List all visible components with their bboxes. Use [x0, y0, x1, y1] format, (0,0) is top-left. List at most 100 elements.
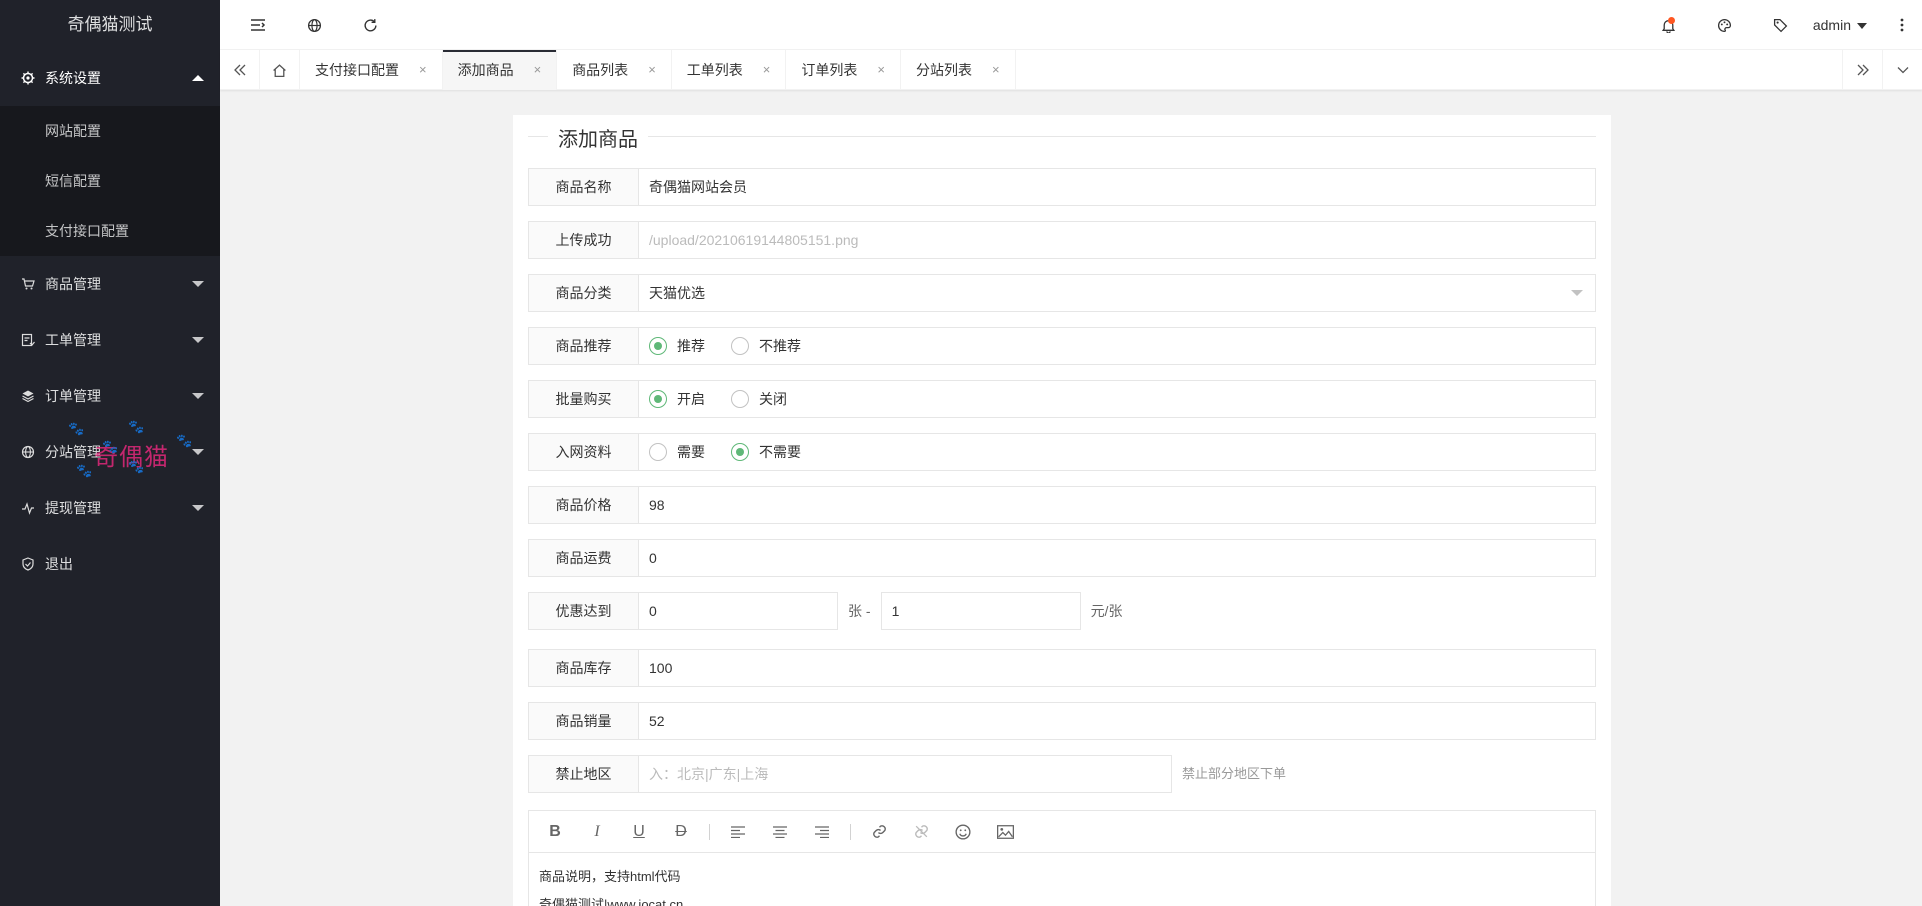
- tabs-menu-chevron-down-icon[interactable]: [1882, 50, 1922, 90]
- discount-qty-input[interactable]: 0: [638, 592, 838, 630]
- close-icon[interactable]: ×: [763, 50, 771, 90]
- category-select[interactable]: 天猫优选: [638, 274, 1596, 312]
- page-title: 添加商品: [548, 123, 648, 152]
- row-bulk: 批量购买 开启 关闭: [528, 380, 1596, 418]
- pulse-icon: [20, 500, 36, 516]
- nav-logout[interactable]: 退出: [0, 536, 220, 592]
- username: admin: [1812, 17, 1851, 33]
- sidebar-item-sms-config[interactable]: 短信配置: [0, 156, 220, 206]
- chevron-down-icon: [192, 337, 204, 343]
- app-title[interactable]: 奇偶猫测试: [0, 0, 220, 50]
- field-label: 商品价格: [528, 486, 638, 524]
- product-name-input[interactable]: 奇偶猫网站会员: [638, 168, 1596, 206]
- globe-icon[interactable]: [294, 0, 334, 50]
- price-input[interactable]: 98: [638, 486, 1596, 524]
- notification-badge: [1668, 17, 1675, 24]
- underline-icon[interactable]: U: [625, 818, 653, 846]
- editor-line: 奇偶猫测试|www.iocat.cn: [539, 897, 684, 906]
- nav-label: 商品管理: [45, 276, 101, 292]
- radio-bulk-on[interactable]: 开启: [649, 389, 705, 409]
- radio-network-need[interactable]: 需要: [649, 442, 705, 462]
- tab-label: 订单列表: [801, 62, 858, 78]
- sales-input[interactable]: 52: [638, 702, 1596, 740]
- sidebar-item-site-config[interactable]: 网站配置: [0, 106, 220, 156]
- bold-icon[interactable]: B: [541, 818, 569, 846]
- align-right-icon[interactable]: [808, 818, 836, 846]
- caret-down-icon: [1857, 23, 1867, 30]
- tab-label: 商品列表: [572, 62, 629, 78]
- sidebar-item-payment-config[interactable]: 支付接口配置: [0, 206, 220, 256]
- strikethrough-icon[interactable]: D: [667, 818, 695, 846]
- tab-add-product[interactable]: 添加商品 ×: [442, 50, 558, 90]
- sidebar: 奇偶猫测试 系统设置 网站配置 短信配置 支付接口配置 商品管理 工单管理 订单…: [0, 0, 220, 906]
- radio-recommend-no[interactable]: 不推荐: [731, 336, 801, 356]
- upload-path-input[interactable]: /upload/20210619144805151.png: [638, 221, 1596, 259]
- tab-ticket-list[interactable]: 工单列表 ×: [672, 50, 787, 90]
- menu-toggle-icon[interactable]: [238, 0, 278, 50]
- editor-content[interactable]: 商品说明，支持html代码 奇偶猫测试|www.iocat.cn: [529, 853, 1595, 906]
- tab-order-list[interactable]: 订单列表 ×: [786, 50, 901, 90]
- more-vertical-icon[interactable]: [1882, 0, 1922, 50]
- align-center-icon[interactable]: [766, 818, 794, 846]
- stock-input[interactable]: 100: [638, 649, 1596, 687]
- nav-product-management[interactable]: 商品管理: [0, 256, 220, 312]
- close-icon[interactable]: ×: [419, 50, 427, 90]
- editor-toolbar: B I U D: [529, 811, 1595, 853]
- field-label: 批量购买: [528, 380, 638, 418]
- nav-ticket-management[interactable]: 工单管理: [0, 312, 220, 368]
- discount-price-input[interactable]: 1: [880, 592, 1081, 630]
- theme-palette-icon[interactable]: [1704, 0, 1744, 50]
- globe-icon: [20, 444, 36, 460]
- discount-price-unit: 元/张: [1090, 603, 1123, 619]
- category-selected: 天猫优选: [649, 285, 705, 301]
- region-input[interactable]: 入：北京|广东|上海: [638, 755, 1172, 793]
- chevron-down-icon: [192, 449, 204, 455]
- tabs-scroll-left-icon[interactable]: [220, 50, 260, 90]
- align-left-icon[interactable]: [724, 818, 752, 846]
- field-label: 商品名称: [528, 168, 638, 206]
- row-upload: 上传成功 /upload/20210619144805151.png: [528, 221, 1596, 259]
- radio-bulk-off[interactable]: 关闭: [731, 389, 787, 409]
- bell-icon[interactable]: [1648, 0, 1688, 50]
- link-icon[interactable]: [865, 818, 893, 846]
- italic-icon[interactable]: I: [583, 818, 611, 846]
- nav-system-settings[interactable]: 系统设置: [0, 50, 220, 106]
- radio-unchecked-icon: [649, 443, 667, 461]
- field-label: 优惠达到: [528, 592, 638, 630]
- gear-icon: [20, 70, 36, 86]
- chevron-down-icon: [192, 505, 204, 511]
- close-icon[interactable]: ×: [992, 50, 1000, 90]
- tab-product-list[interactable]: 商品列表 ×: [557, 50, 672, 90]
- radio-unchecked-icon: [731, 390, 749, 408]
- nav-order-management[interactable]: 订单管理: [0, 368, 220, 424]
- add-product-form: 添加商品 商品名称 奇偶猫网站会员 上传成功 /upload/202106191…: [513, 115, 1611, 906]
- row-shipping: 商品运费 0: [528, 539, 1596, 577]
- tab-substation-list[interactable]: 分站列表 ×: [901, 50, 1016, 90]
- tab-payment-config[interactable]: 支付接口配置 ×: [300, 50, 443, 90]
- emoji-icon[interactable]: [949, 818, 977, 846]
- editor-line: 商品说明，支持html代码: [539, 869, 681, 884]
- image-icon[interactable]: [991, 818, 1019, 846]
- close-icon[interactable]: ×: [877, 50, 885, 90]
- user-menu[interactable]: admin: [1813, 0, 1867, 50]
- radio-network-no-need[interactable]: 不需要: [731, 442, 801, 462]
- radio-recommend-yes[interactable]: 推荐: [649, 336, 705, 356]
- unlink-icon[interactable]: [907, 818, 935, 846]
- shipping-input[interactable]: 0: [638, 539, 1596, 577]
- top-header: admin: [220, 0, 1922, 50]
- nav-substation-management[interactable]: 分站管理: [0, 424, 220, 480]
- home-icon[interactable]: [260, 50, 300, 90]
- tabs-scroll-right-icon[interactable]: [1842, 50, 1882, 90]
- refresh-icon[interactable]: [350, 0, 390, 50]
- close-icon[interactable]: ×: [534, 50, 542, 90]
- shield-icon: [20, 556, 36, 572]
- description-editor: B I U D 商品说明，支持html代码 奇偶猫测试|www.iocat.cn: [528, 810, 1596, 906]
- upload-button[interactable]: 上传成功: [528, 221, 638, 259]
- close-icon[interactable]: ×: [648, 50, 656, 90]
- bulk-radio-group: 开启 关闭: [638, 380, 1596, 418]
- row-region: 禁止地区 入：北京|广东|上海 禁止部分地区下单: [528, 755, 1296, 793]
- tag-icon[interactable]: [1760, 0, 1800, 50]
- nav-withdraw-management[interactable]: 提现管理: [0, 480, 220, 536]
- field-label: 禁止地区: [528, 755, 638, 793]
- chevron-down-icon: [192, 393, 204, 399]
